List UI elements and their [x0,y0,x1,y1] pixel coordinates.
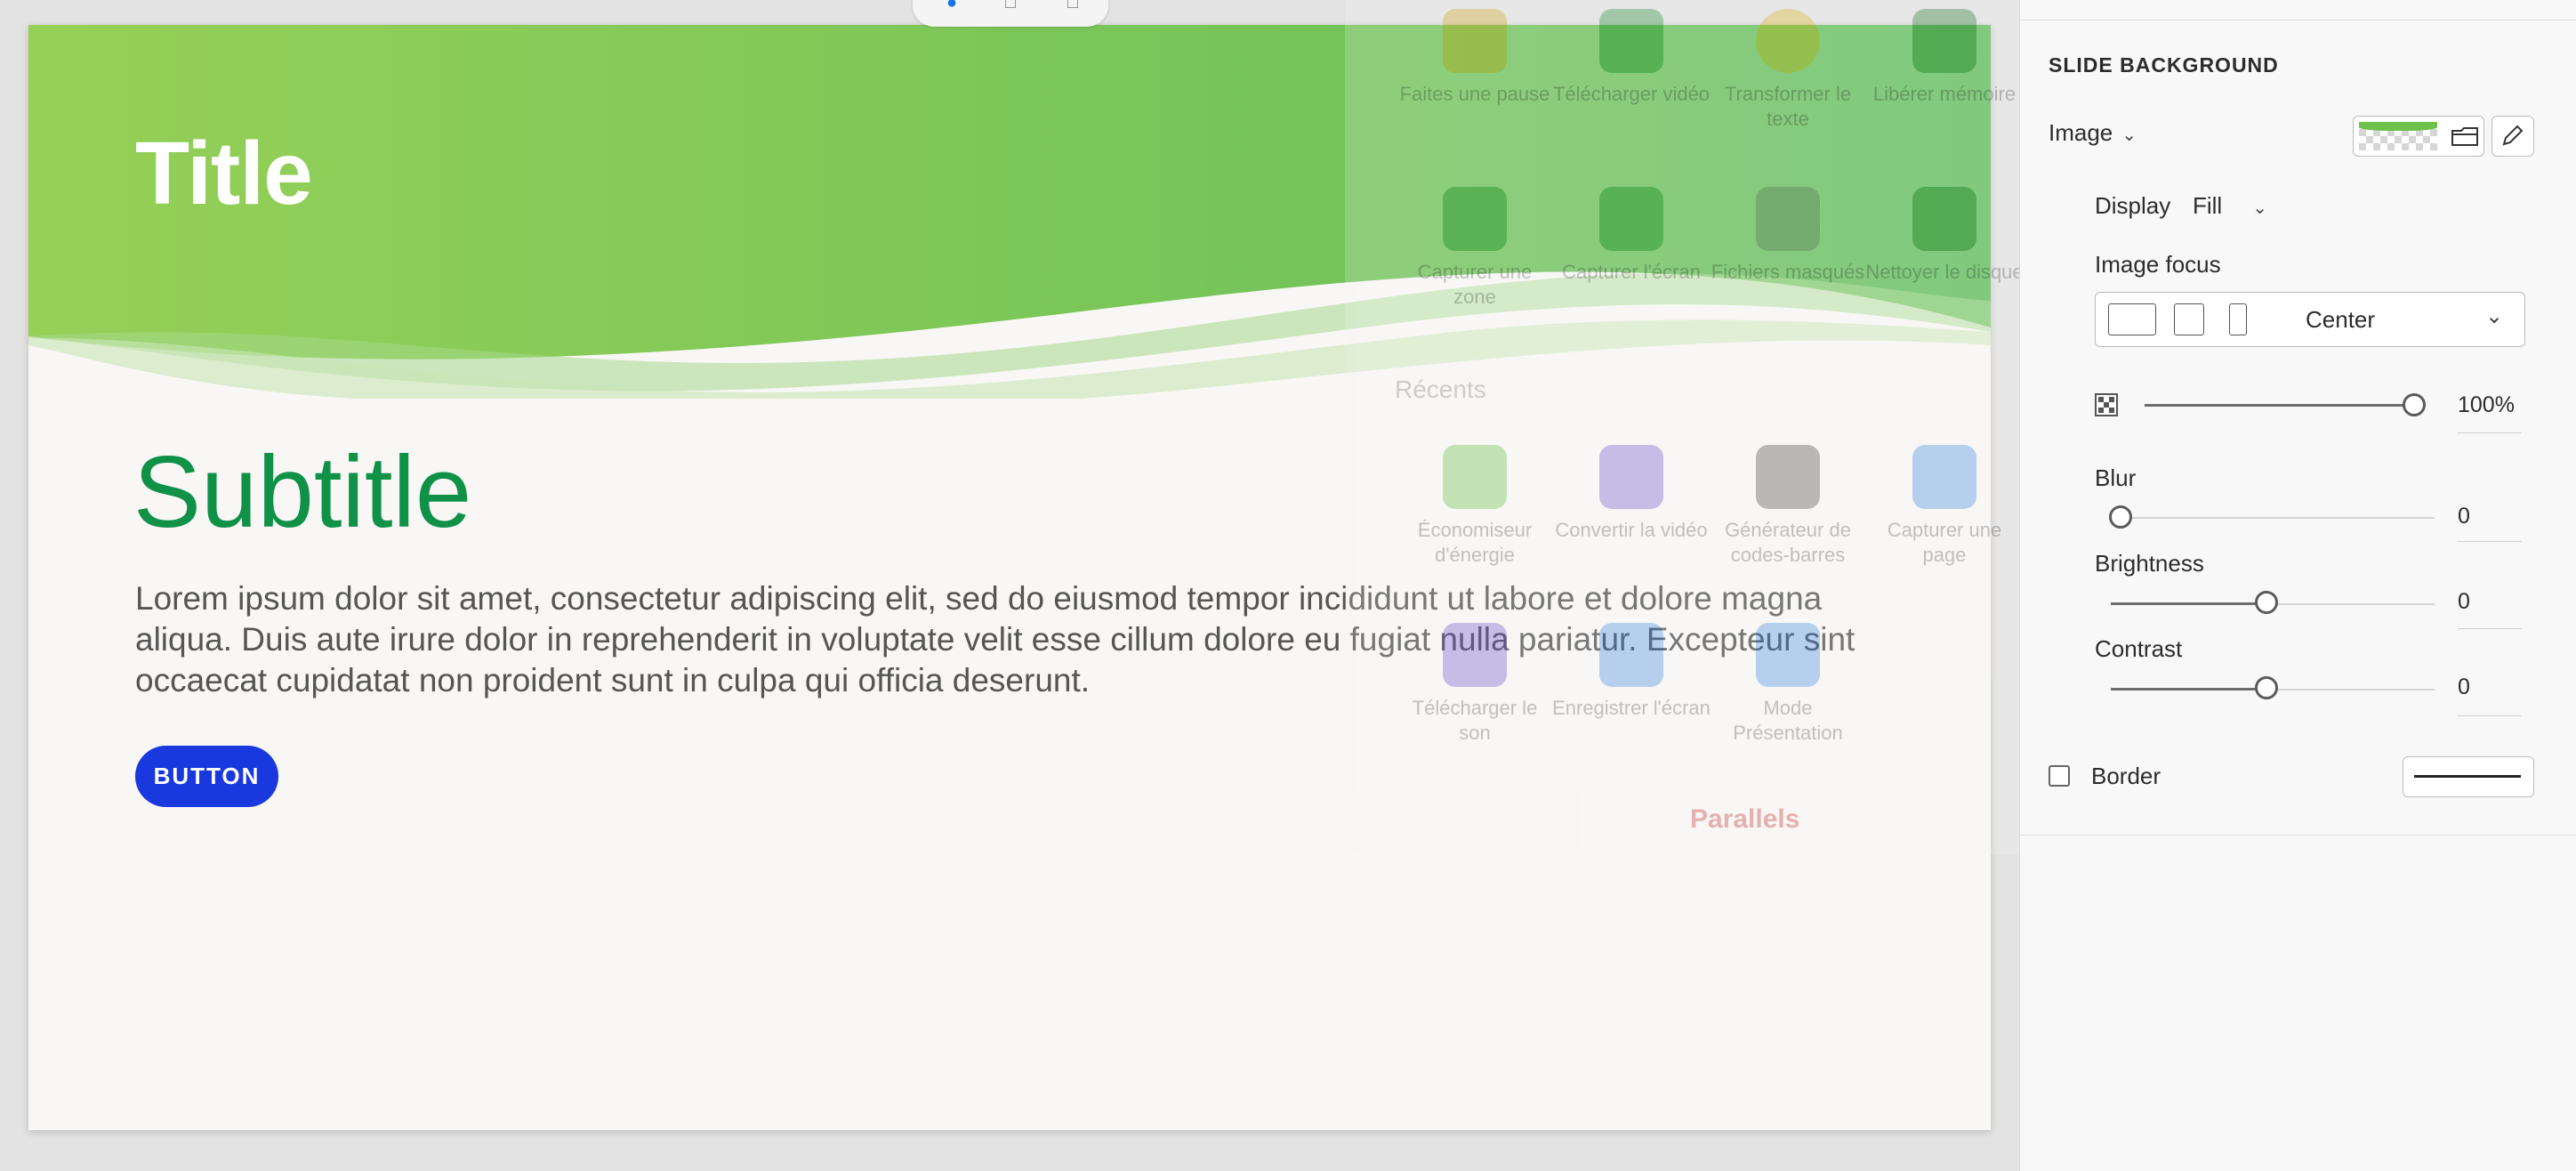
divider [2458,628,2522,629]
brightness-slider-thumb[interactable] [2255,591,2278,614]
divider [2458,432,2522,433]
border-style-picker[interactable] [2403,756,2534,797]
contrast-slider-fill [2111,688,2258,690]
header-wave-background [28,25,1991,399]
chevron-down-icon: ⌄ [2121,125,2137,145]
blur-value[interactable]: 0 [2458,504,2470,529]
border-checkbox[interactable] [2049,765,2070,787]
background-image-picker[interactable] [2353,116,2484,157]
display-label: Display [2095,192,2171,219]
floating-toolbar: ● □ □ [913,0,1108,27]
background-type-dropdown[interactable]: Image ⌄ [2049,119,2137,147]
contrast-slider-thumb[interactable] [2255,676,2278,699]
contrast-slider-track [2269,689,2435,690]
divider [2458,715,2522,716]
border-label: Border [2091,763,2161,789]
image-focus-label: Image focus [2095,251,2221,278]
chevron-down-icon: ⌄ [2485,304,2504,328]
contrast-label: Contrast [2095,635,2183,662]
divider [2020,835,2576,836]
border-line-preview [2414,775,2521,778]
brightness-slider-track [2269,603,2435,605]
pin-icon[interactable]: ● [939,0,964,14]
display-dropdown[interactable]: Fill ⌄ [2193,192,2267,220]
divider [2458,541,2522,542]
display-value: Fill [2193,192,2223,219]
contrast-value[interactable]: 0 [2458,674,2470,700]
slide-body-text[interactable]: Lorem ipsum dolor sit amet, consectetur … [135,578,1914,701]
section-title: SLIDE BACKGROUND [2049,53,2279,77]
slide-canvas[interactable]: Title Subtitle Lorem ipsum dolor sit ame… [28,25,1991,1130]
brightness-value[interactable]: 0 [2458,589,2470,615]
image-focus-value: Center [2306,306,2376,333]
folder-icon[interactable] [2450,124,2480,149]
chevron-down-icon: ⌄ [2252,198,2267,218]
layout-icon[interactable]: □ [998,0,1023,14]
edit-image-button[interactable] [2491,116,2534,157]
pencil-icon [2502,125,2524,146]
focus-right-icon[interactable] [2229,303,2247,335]
focus-left-icon[interactable] [2108,303,2156,335]
opacity-slider-fill [2145,404,2411,407]
blur-label: Blur [2095,464,2137,491]
image-focus-dropdown[interactable]: Center ⌄ [2095,292,2525,347]
background-type-value: Image [2049,119,2113,146]
focus-center-icon[interactable] [2174,303,2204,335]
more-icon[interactable]: □ [1060,0,1085,14]
opacity-slider-thumb[interactable] [2403,393,2426,416]
slide-subtitle[interactable]: Subtitle [133,434,471,551]
blur-slider-thumb[interactable] [2109,505,2132,529]
slide-button[interactable]: BUTTON [135,746,278,807]
brightness-slider-fill [2111,602,2258,605]
brightness-label: Brightness [2095,550,2204,577]
blur-slider-track [2123,517,2435,519]
opacity-value[interactable]: 100% [2458,392,2515,418]
properties-panel: SLIDE BACKGROUND Image ⌄ Display Fill ⌄ Im… [2019,0,2576,1171]
image-thumbnail-green [2359,122,2437,131]
slide-title[interactable]: Title [135,123,313,225]
checkerboard-icon [2095,393,2118,416]
